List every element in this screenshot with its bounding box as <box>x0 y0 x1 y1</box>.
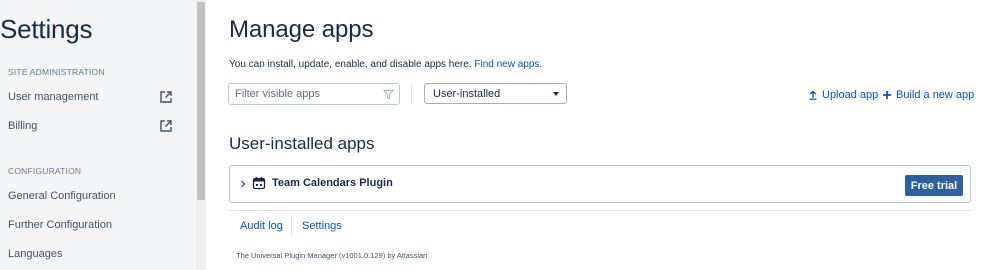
sidebar-item-languages[interactable]: Languages <box>0 243 186 265</box>
intro-description: You can install, update, enable, and dis… <box>229 59 472 70</box>
section-heading-site-administration: SITE ADMINISTRATION <box>8 67 105 77</box>
free-trial-button[interactable]: Free trial <box>905 175 963 196</box>
upm-credit: The Universal Plugin Manager (v1001.0.12… <box>236 251 428 260</box>
find-new-apps-link[interactable]: Find new apps. <box>474 59 542 70</box>
calendar-icon <box>252 177 266 190</box>
app-type-select-value: User-installed <box>433 87 501 100</box>
external-link-icon <box>160 120 172 132</box>
footer-separator <box>229 210 971 211</box>
sidebar-scrollbar[interactable] <box>196 0 206 270</box>
plugin-name[interactable]: Team Calendars Plugin <box>272 177 393 189</box>
upload-app-label: Upload app <box>822 89 879 101</box>
external-link-icon <box>160 91 172 103</box>
filter-input[interactable] <box>235 88 375 100</box>
filter-field[interactable] <box>228 83 400 105</box>
sidebar: Settings SITE ADMINISTRATION User manage… <box>0 0 196 270</box>
section-title-user-installed: User-installed apps <box>229 134 375 153</box>
upload-icon <box>809 90 817 100</box>
app-type-select[interactable]: User-installed <box>424 83 567 104</box>
audit-log-link[interactable]: Audit log <box>240 220 283 232</box>
sidebar-item-label: Further Configuration <box>8 219 112 231</box>
chevron-down-icon <box>553 92 559 96</box>
sidebar-item-label: Billing <box>8 120 38 132</box>
sidebar-item-label: General Configuration <box>8 190 116 202</box>
sidebar-item-label: Languages <box>8 248 63 260</box>
chevron-right-icon[interactable] <box>239 179 247 189</box>
footer-divider <box>291 216 292 236</box>
upload-app-button[interactable]: Upload app <box>808 89 878 101</box>
section-heading-configuration: CONFIGURATION <box>8 166 82 176</box>
plugin-row[interactable]: Team Calendars Plugin Free trial <box>229 165 971 203</box>
settings-link[interactable]: Settings <box>302 220 342 232</box>
intro-text: You can install, update, enable, and dis… <box>229 59 542 70</box>
scrollbar-thumb[interactable] <box>197 2 205 200</box>
sidebar-title: Settings <box>0 14 93 44</box>
plus-icon <box>883 91 891 99</box>
sidebar-item-user-management[interactable]: User management <box>0 86 186 108</box>
build-new-app-label: Build a new app <box>896 89 975 101</box>
page-title: Manage apps <box>229 16 374 43</box>
funnel-icon <box>383 89 394 100</box>
sidebar-item-label: User management <box>8 91 99 103</box>
sidebar-item-general-configuration[interactable]: General Configuration <box>0 185 186 207</box>
sidebar-item-further-configuration[interactable]: Further Configuration <box>0 214 186 236</box>
sidebar-item-billing[interactable]: Billing <box>0 115 186 137</box>
build-new-app-button[interactable]: Build a new app <box>882 89 974 101</box>
toolbar-divider <box>411 84 412 104</box>
